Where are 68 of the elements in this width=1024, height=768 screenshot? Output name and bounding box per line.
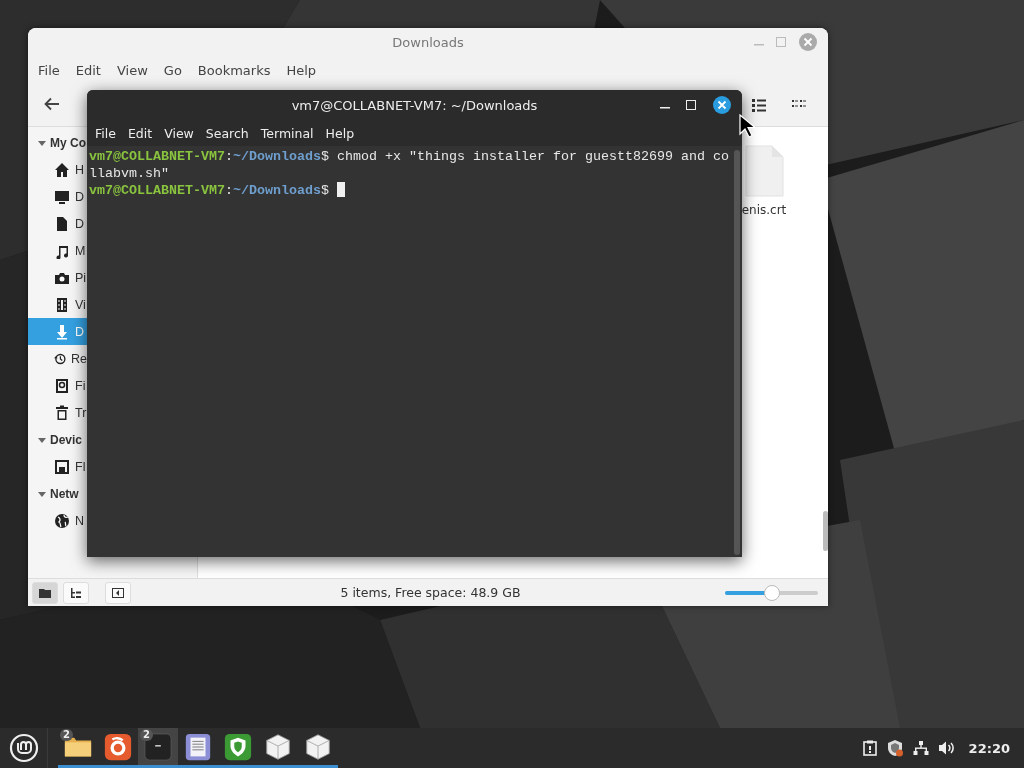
shield-icon bbox=[223, 731, 253, 762]
menu-item[interactable]: Edit bbox=[121, 125, 159, 141]
sidebar-item[interactable]: Re bbox=[28, 345, 87, 372]
network-icon[interactable] bbox=[912, 740, 929, 756]
sidebar-item[interactable]: D bbox=[28, 183, 87, 210]
list-icon bbox=[751, 97, 767, 113]
download-icon bbox=[54, 323, 70, 340]
menu-item[interactable]: Bookmarks bbox=[189, 62, 279, 78]
terminal-icon bbox=[143, 731, 173, 762]
fox-icon bbox=[103, 731, 133, 762]
sidebar-item[interactable]: H bbox=[28, 156, 87, 183]
monitor-icon bbox=[54, 188, 70, 205]
window-count-badge: 2 bbox=[60, 729, 73, 741]
menu-item[interactable]: View bbox=[108, 62, 156, 78]
floppy-icon bbox=[54, 458, 70, 475]
sidebar-item[interactable]: Fi bbox=[28, 372, 87, 399]
scrollbar[interactable] bbox=[823, 511, 828, 551]
menu-item[interactable]: Help bbox=[278, 62, 325, 78]
sidebar-heading: Netw bbox=[50, 486, 79, 501]
taskbar-app[interactable]: 2 bbox=[138, 728, 178, 768]
cube-icon bbox=[303, 731, 333, 762]
sidebar-item[interactable]: Tr bbox=[28, 399, 87, 426]
sidebar-item[interactable]: Vi bbox=[28, 291, 87, 318]
back-arrow-icon bbox=[44, 96, 60, 111]
window-title: Downloads bbox=[392, 34, 464, 50]
sidebar-item[interactable]: Fl bbox=[28, 453, 87, 480]
film-icon bbox=[54, 296, 70, 313]
menu-item[interactable]: Edit bbox=[67, 62, 109, 78]
document-icon bbox=[54, 215, 70, 232]
clipboard-icon[interactable] bbox=[862, 740, 877, 756]
tree-icon bbox=[70, 587, 82, 598]
menu-item[interactable]: Terminal bbox=[254, 125, 320, 141]
sidebar-item[interactable]: Pi bbox=[28, 264, 87, 291]
terminal-line: vm7@COLLABNET-VM7:~/Downloads$ chmod +x "things installer for guestt82699 and collabvm.sh" bbox=[89, 148, 729, 182]
cube-icon bbox=[263, 731, 293, 762]
toggle-sidebar-button[interactable] bbox=[105, 581, 131, 604]
sidebar-heading: My Co bbox=[50, 135, 86, 150]
trash-icon bbox=[54, 404, 70, 421]
home-icon bbox=[54, 161, 70, 178]
sidebar-item[interactable]: M bbox=[28, 237, 87, 264]
menu-item[interactable]: File bbox=[30, 62, 68, 78]
window-title: vm7@COLLABNET-VM7: ~/Downloads bbox=[291, 97, 538, 113]
clock[interactable]: 22:20 bbox=[968, 740, 1010, 756]
sidebar-heading: Devic bbox=[50, 432, 83, 447]
menu-item[interactable]: View bbox=[158, 125, 200, 141]
terminal-line: vm7@COLLABNET-VM7:~/Downloads$ bbox=[89, 182, 729, 199]
menu-item[interactable]: File bbox=[89, 125, 122, 141]
scrollbar[interactable] bbox=[734, 150, 740, 555]
menu-item[interactable]: Search bbox=[199, 125, 255, 141]
status-text: 5 items, Free space: 48.9 GB bbox=[339, 585, 522, 600]
sidebar-item[interactable]: D bbox=[28, 210, 87, 237]
folder-icon bbox=[39, 587, 51, 598]
menu-item[interactable]: Help bbox=[319, 125, 361, 141]
menu-item[interactable]: Go bbox=[155, 62, 190, 78]
taskbar-app[interactable]: 2 bbox=[58, 728, 98, 768]
close-icon[interactable] bbox=[712, 95, 732, 115]
tree-button[interactable] bbox=[63, 581, 89, 604]
volume-icon[interactable] bbox=[937, 740, 956, 756]
zoom-slider[interactable] bbox=[725, 584, 818, 601]
window-count-badge: 2 bbox=[140, 729, 153, 741]
globe-icon bbox=[54, 512, 70, 529]
places-button[interactable] bbox=[32, 581, 58, 604]
text-document-icon bbox=[183, 731, 213, 762]
drive-icon bbox=[54, 377, 70, 394]
shield-icon[interactable] bbox=[885, 739, 904, 757]
file-name[interactable]: enis.crt bbox=[741, 203, 787, 217]
sidebar-item[interactable]: N bbox=[28, 507, 87, 534]
sidebar-toggle-icon bbox=[112, 587, 124, 598]
